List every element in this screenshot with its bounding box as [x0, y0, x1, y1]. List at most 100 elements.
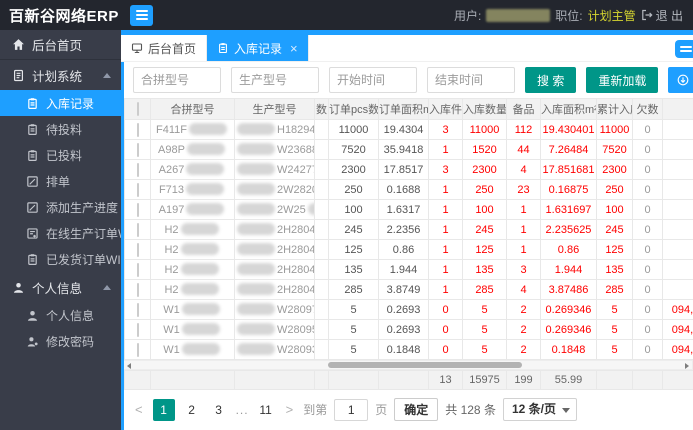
table-row[interactable]: F7132W28204A2500.16881250230.168752500	[124, 179, 693, 200]
table-row[interactable]: W1W28093A50.18480520.184850094,	[124, 339, 693, 360]
table-row[interactable]: A1972W25A1001.6317110011.6316971000	[124, 199, 693, 220]
summary-cell: 55.99	[540, 370, 597, 390]
merge-model-cell: H2	[150, 239, 235, 260]
reload-button[interactable]: 重新加载	[586, 67, 659, 93]
row-checkbox[interactable]	[136, 142, 139, 157]
table-row[interactable]: W1W28095A50.26930520.26934650094,	[124, 319, 693, 340]
value-cell: 35.9418	[378, 139, 429, 160]
sidebar-item-online-order-wip[interactable]: 在线生产订单WIP	[0, 220, 121, 246]
value-cell: 285	[596, 279, 633, 300]
scroll-left-arrow-icon[interactable]	[127, 363, 131, 369]
value-cell: 11000	[328, 119, 379, 140]
sidebar-item-inbound-records[interactable]: 入库记录	[0, 90, 121, 116]
scroll-right-arrow-icon[interactable]	[685, 363, 689, 369]
value-cell: 100	[328, 199, 379, 220]
value-cell: 5	[328, 339, 379, 360]
page-button-2[interactable]: 2	[182, 399, 202, 421]
row-checkbox[interactable]	[136, 342, 139, 357]
value-cell	[662, 279, 693, 300]
redacted-text	[186, 183, 225, 195]
sidebar-item-label: 已发货订单WIP	[46, 252, 121, 267]
sidebar-item-plan-system[interactable]: 计划系统	[0, 60, 121, 90]
table-row[interactable]: H22H28041A2452.2356124512.2356252450	[124, 219, 693, 240]
sidebar-item-label: 个人信息	[32, 281, 83, 296]
close-icon[interactable]: ×	[290, 42, 298, 55]
row-checkbox[interactable]	[136, 282, 139, 297]
menu-toggle-button[interactable]	[130, 4, 153, 26]
merge-model-input[interactable]	[133, 67, 221, 93]
row-checkbox[interactable]	[136, 262, 139, 277]
sidebar-item-profile[interactable]: 个人信息	[0, 302, 121, 328]
start-time-input[interactable]	[329, 67, 417, 93]
narrow-cell	[314, 179, 329, 200]
sidebar-item-change-password[interactable]: 修改密码	[0, 328, 121, 354]
table-row[interactable]: H22H28040A1250.86112510.861250	[124, 239, 693, 260]
value-cell: 1	[428, 279, 463, 300]
per-page-select[interactable]: 12 条/页	[502, 398, 577, 421]
page-button-1[interactable]: 1	[152, 398, 175, 421]
value-cell: 094,	[662, 319, 693, 340]
narrow-cell	[314, 139, 329, 160]
value-cell: 7520	[596, 139, 633, 160]
row-checkbox[interactable]	[136, 322, 139, 337]
value-cell: 245	[462, 219, 507, 240]
summary-cell	[150, 370, 235, 390]
goto-page-input[interactable]	[334, 398, 369, 421]
value-cell: 0	[632, 339, 663, 360]
row-checkbox[interactable]	[136, 222, 139, 237]
table-row[interactable]: A98PW23688A752035.941811520447.264847520…	[124, 139, 693, 160]
select-all-checkbox[interactable]	[136, 102, 139, 116]
production-model-input[interactable]	[231, 67, 319, 93]
table-row[interactable]: H22H28043A1351.944113531.9441350	[124, 259, 693, 280]
search-button[interactable]: 搜 索	[525, 67, 577, 93]
row-checkbox[interactable]	[136, 182, 139, 197]
value-cell: 1.944	[540, 259, 597, 280]
value-cell: 1	[428, 239, 463, 260]
page-button-3[interactable]: 3	[209, 399, 229, 421]
row-checkbox[interactable]	[136, 202, 139, 217]
production-model-cell: 2W28204A	[234, 179, 315, 200]
sidebar-item-add-production-progress[interactable]: 添加生产进度	[0, 194, 121, 220]
sidebar-item-personal-info[interactable]: 个人信息	[0, 272, 121, 302]
table-row[interactable]: F411FH18294A1100019.430431100011219.4304…	[124, 119, 693, 140]
row-checkbox[interactable]	[136, 242, 139, 257]
sidebar-item-pending-feed[interactable]: 待投料	[0, 116, 121, 142]
tab-inbound-records[interactable]: 入库记录 ×	[207, 35, 309, 61]
value-cell: 0	[632, 259, 663, 280]
user-icon	[26, 309, 39, 322]
value-cell: 3.8749	[378, 279, 429, 300]
narrow-cell	[314, 299, 329, 320]
sidebar: 后台首页计划系统入库记录待投料已投料排单添加生产进度在线生产订单WIP 已发货订单…	[0, 30, 121, 430]
value-cell: 1.631697	[540, 199, 597, 220]
value-cell: 3	[428, 119, 463, 140]
value-cell: 5	[328, 319, 379, 340]
value-cell: 1	[428, 139, 463, 160]
table-row[interactable]: W1W28097A50.26930520.26934650094,	[124, 299, 693, 320]
next-page-button[interactable]: >	[283, 402, 297, 417]
column-header: 订单面积m²	[378, 98, 429, 120]
summary-cell	[632, 370, 663, 390]
value-cell: 19.430401	[540, 119, 597, 140]
tab-home[interactable]: 后台首页	[121, 35, 208, 61]
sidebar-item-scheduling[interactable]: 排单	[0, 168, 121, 194]
tab-tools-button[interactable]	[675, 40, 693, 58]
value-cell: 2	[506, 319, 541, 340]
scrollbar-thumb[interactable]	[328, 362, 522, 368]
page-button-11[interactable]: 11	[256, 399, 276, 421]
row-checkbox[interactable]	[136, 302, 139, 317]
row-checkbox[interactable]	[136, 162, 139, 177]
prev-page-button[interactable]: <	[132, 402, 146, 417]
value-cell: 100	[596, 199, 633, 220]
table-row[interactable]: A267W24277A230017.851732300417.851681230…	[124, 159, 693, 180]
confirm-button[interactable]: 确定	[394, 398, 439, 421]
table-row[interactable]: H22H28042A2853.8749128543.874862850	[124, 279, 693, 300]
row-checkbox[interactable]	[136, 122, 139, 137]
export-button[interactable]: 导出入库记录	[668, 67, 693, 93]
end-time-input[interactable]	[427, 67, 515, 93]
sidebar-item-home[interactable]: 后台首页	[0, 30, 121, 60]
logout-button[interactable]: 退 出	[641, 7, 683, 24]
sidebar-item-fed-material[interactable]: 已投料	[0, 142, 121, 168]
collapse-arrow-icon	[103, 285, 111, 290]
value-cell: 3	[428, 159, 463, 180]
sidebar-item-shipped-order-wip[interactable]: 已发货订单WIP	[0, 246, 121, 272]
